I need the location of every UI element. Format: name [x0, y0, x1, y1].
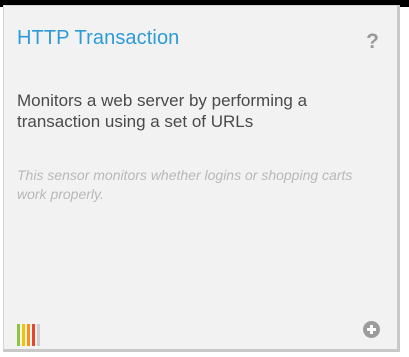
priority-bar: [27, 324, 30, 346]
sensor-description: Monitors a web server by performing a tr…: [17, 91, 308, 131]
priority-bar: [17, 324, 20, 346]
priority-bar: [22, 324, 25, 346]
sensor-card[interactable]: HTTP Transaction ? Monitors a web server…: [3, 5, 400, 352]
priority-bars: [17, 324, 40, 346]
sensor-title[interactable]: HTTP Transaction: [17, 26, 179, 50]
add-sensor-icon[interactable]: [363, 321, 380, 338]
priority-bar: [32, 324, 35, 346]
help-icon[interactable]: ?: [366, 31, 379, 52]
sensor-note: This sensor monitors whether logins or s…: [17, 167, 353, 202]
priority-bar: [37, 324, 40, 346]
